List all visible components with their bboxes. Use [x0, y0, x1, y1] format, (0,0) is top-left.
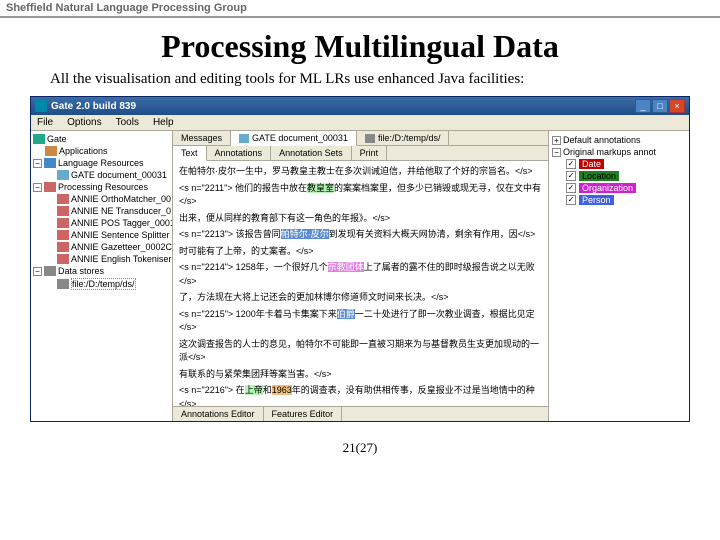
set-default[interactable]: Default annotations: [563, 135, 686, 145]
tree-pr-item[interactable]: ANNIE Gazetteer_0002C: [71, 242, 172, 252]
expand-icon[interactable]: −: [33, 183, 42, 192]
person-annotation[interactable]: 伯爵: [337, 309, 355, 319]
window-title: Gate 2.0 build 839: [51, 101, 635, 112]
type-person[interactable]: Person: [579, 195, 614, 205]
apps-icon: [45, 146, 57, 156]
tab-messages[interactable]: Messages: [173, 131, 231, 145]
resource-tree[interactable]: Gate Applications − Language Resources GA…: [31, 131, 173, 421]
editor-tabs: Annotations Editor Features Editor: [173, 406, 548, 421]
checkbox-location[interactable]: ✓: [566, 171, 576, 181]
checkbox-date[interactable]: ✓: [566, 159, 576, 169]
main-panel: Messages GATE document_00031 file:/D:/te…: [173, 131, 549, 421]
tree-pr-item[interactable]: ANNIE OrthoMatcher_00: [71, 194, 171, 204]
view-tabs: Text Annotations Annotation Sets Print: [173, 146, 548, 161]
tab-print[interactable]: Print: [352, 146, 388, 160]
person-annotation[interactable]: 帕特尔·皮尔: [281, 229, 329, 239]
tab-datastore[interactable]: file:/D:/temp/ds/: [357, 131, 450, 145]
pr-icon: [57, 230, 69, 240]
pr-icon: [57, 194, 69, 204]
tree-doc[interactable]: GATE document_00031: [71, 170, 167, 180]
annotation-sets-panel: +Default annotations −Original markups a…: [549, 131, 689, 421]
tree-pr[interactable]: Processing Resources: [58, 182, 148, 192]
maximize-button[interactable]: □: [652, 99, 668, 113]
menu-file[interactable]: File: [37, 117, 53, 128]
expand-icon[interactable]: −: [33, 159, 42, 168]
checkbox-person[interactable]: ✓: [566, 195, 576, 205]
tab-text[interactable]: Text: [173, 146, 207, 161]
expand-icon[interactable]: +: [552, 136, 561, 145]
organization-annotation[interactable]: 宗教团体: [328, 262, 364, 272]
tab-annotations-editor[interactable]: Annotations Editor: [173, 407, 264, 421]
ds-icon: [57, 279, 69, 289]
expand-icon[interactable]: −: [33, 267, 42, 276]
ds-icon: [44, 266, 56, 276]
close-button[interactable]: ×: [669, 99, 685, 113]
location-annotation[interactable]: 上帝: [245, 385, 263, 395]
pr-icon: [57, 242, 69, 252]
menu-help[interactable]: Help: [153, 117, 174, 128]
expand-icon[interactable]: −: [552, 148, 561, 157]
slide-title: Processing Multilingual Data: [0, 28, 720, 65]
page-number: 21(27): [0, 440, 720, 456]
ds-icon: [365, 134, 375, 143]
tab-annotation-sets[interactable]: Annotation Sets: [271, 146, 352, 160]
doc-tabs: Messages GATE document_00031 file:/D:/te…: [173, 131, 548, 146]
titlebar[interactable]: Gate 2.0 build 839 _ □ ×: [31, 97, 689, 115]
pr-icon: [57, 254, 69, 264]
type-date[interactable]: Date: [579, 159, 604, 169]
tree-lr[interactable]: Language Resources: [58, 158, 144, 168]
tree-pr-item[interactable]: ANNIE POS Tagger_0001: [71, 218, 173, 228]
pr-icon: [44, 182, 56, 192]
document-text[interactable]: 在帕特尔·皮尔一生中，罗马教皇主教士在多次训诫迫信，并给他取了个好的宗旨名。</…: [173, 161, 548, 406]
tree-apps[interactable]: Applications: [59, 146, 108, 156]
location-annotation[interactable]: 教皇室: [307, 183, 334, 193]
gate-window: Gate 2.0 build 839 _ □ × File Options To…: [30, 96, 690, 422]
doc-icon: [57, 170, 69, 180]
type-organization[interactable]: Organization: [579, 183, 636, 193]
app-icon: [35, 100, 47, 112]
date-annotation[interactable]: 1963: [272, 385, 292, 395]
tree-gate[interactable]: Gate: [47, 134, 67, 144]
doc-icon: [239, 134, 249, 143]
tree-pr-item[interactable]: ANNIE Sentence Splitter: [71, 230, 170, 240]
tab-features-editor[interactable]: Features Editor: [264, 407, 343, 421]
set-original[interactable]: Original markups annot: [563, 147, 686, 157]
slide-subtitle: All the visualisation and editing tools …: [0, 71, 720, 96]
menubar: File Options Tools Help: [31, 115, 689, 131]
group-header: Sheffield Natural Language Processing Gr…: [0, 0, 720, 18]
menu-tools[interactable]: Tools: [116, 117, 139, 128]
checkbox-organization[interactable]: ✓: [566, 183, 576, 193]
tree-pr-item[interactable]: ANNIE NE Transducer_0: [71, 206, 171, 216]
tab-annotations[interactable]: Annotations: [207, 146, 272, 160]
menu-options[interactable]: Options: [67, 117, 101, 128]
minimize-button[interactable]: _: [635, 99, 651, 113]
tab-document[interactable]: GATE document_00031: [231, 131, 357, 146]
tree-pr-item[interactable]: ANNIE English Tokeniser: [71, 254, 171, 264]
lr-icon: [44, 158, 56, 168]
pr-icon: [57, 218, 69, 228]
pr-icon: [57, 206, 69, 216]
gate-icon: [33, 134, 45, 144]
tree-ds[interactable]: Data stores: [58, 266, 104, 276]
tree-ds-item[interactable]: file:/D:/temp/ds/: [71, 278, 136, 290]
type-location[interactable]: Location: [579, 171, 619, 181]
